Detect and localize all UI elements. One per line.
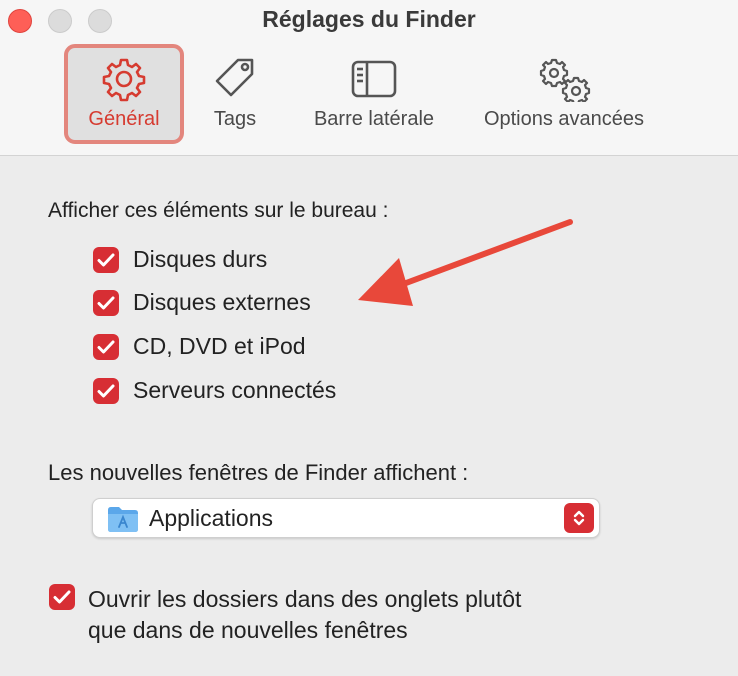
gears-icon xyxy=(537,56,591,102)
sidebar-icon xyxy=(351,56,397,102)
desktop-items-heading: Afficher ces éléments sur le bureau : xyxy=(48,199,389,222)
hard-disks-label: Disques durs xyxy=(133,246,268,272)
gear-icon xyxy=(101,56,147,102)
tag-icon xyxy=(212,56,258,102)
new-window-location-select[interactable]: Applications xyxy=(92,498,600,538)
tab-tags-label: Tags xyxy=(213,108,257,130)
tab-general[interactable]: Général xyxy=(64,44,184,144)
window-titlebar: Réglages du Finder Général Tags Barre la… xyxy=(0,0,738,156)
open-in-tabs-checkbox-row[interactable] xyxy=(49,584,75,610)
tab-advanced-label: Options avancées xyxy=(483,108,645,130)
hard-disks-checkbox[interactable] xyxy=(93,246,119,273)
applications-folder-icon xyxy=(107,505,139,538)
cd-dvd-ipod-label: CD, DVD et iPod xyxy=(133,333,306,359)
new-windows-heading: Les nouvelles fenêtres de Finder affiche… xyxy=(48,460,469,485)
external-disks-label: Disques externes xyxy=(133,289,311,315)
open-in-tabs-label-line1: Ouvrir les dossiers dans des onglets plu… xyxy=(88,586,522,612)
open-in-tabs-checkbox[interactable] xyxy=(49,584,75,610)
open-in-tabs-label: Ouvrir les dossiers dans des onglets plu… xyxy=(88,584,521,646)
checkbox-row-external-disks[interactable]: Disques externes xyxy=(93,289,311,316)
tab-sidebar[interactable]: Barre latérale xyxy=(296,44,452,144)
connected-servers-label: Serveurs connectés xyxy=(133,377,337,403)
checkbox-row-cd-dvd-ipod[interactable]: CD, DVD et iPod xyxy=(93,333,306,360)
checkbox-row-hard-disks[interactable]: Disques durs xyxy=(93,246,267,273)
checkbox-row-connected-servers[interactable]: Serveurs connectés xyxy=(93,377,336,404)
tab-general-label: Général xyxy=(88,108,160,130)
external-disks-checkbox[interactable] xyxy=(93,289,119,316)
chevron-up-down-icon[interactable] xyxy=(564,503,594,533)
select-value: Applications xyxy=(149,505,274,531)
tab-sidebar-label: Barre latérale xyxy=(313,108,435,130)
connected-servers-checkbox[interactable] xyxy=(93,377,119,404)
tab-tags[interactable]: Tags xyxy=(190,44,280,144)
window-title: Réglages du Finder xyxy=(262,6,476,32)
cd-dvd-ipod-checkbox[interactable] xyxy=(93,333,119,360)
tab-advanced[interactable]: Options avancées xyxy=(466,44,662,144)
open-in-tabs-label-line2: que dans de nouvelles fenêtres xyxy=(88,617,408,643)
